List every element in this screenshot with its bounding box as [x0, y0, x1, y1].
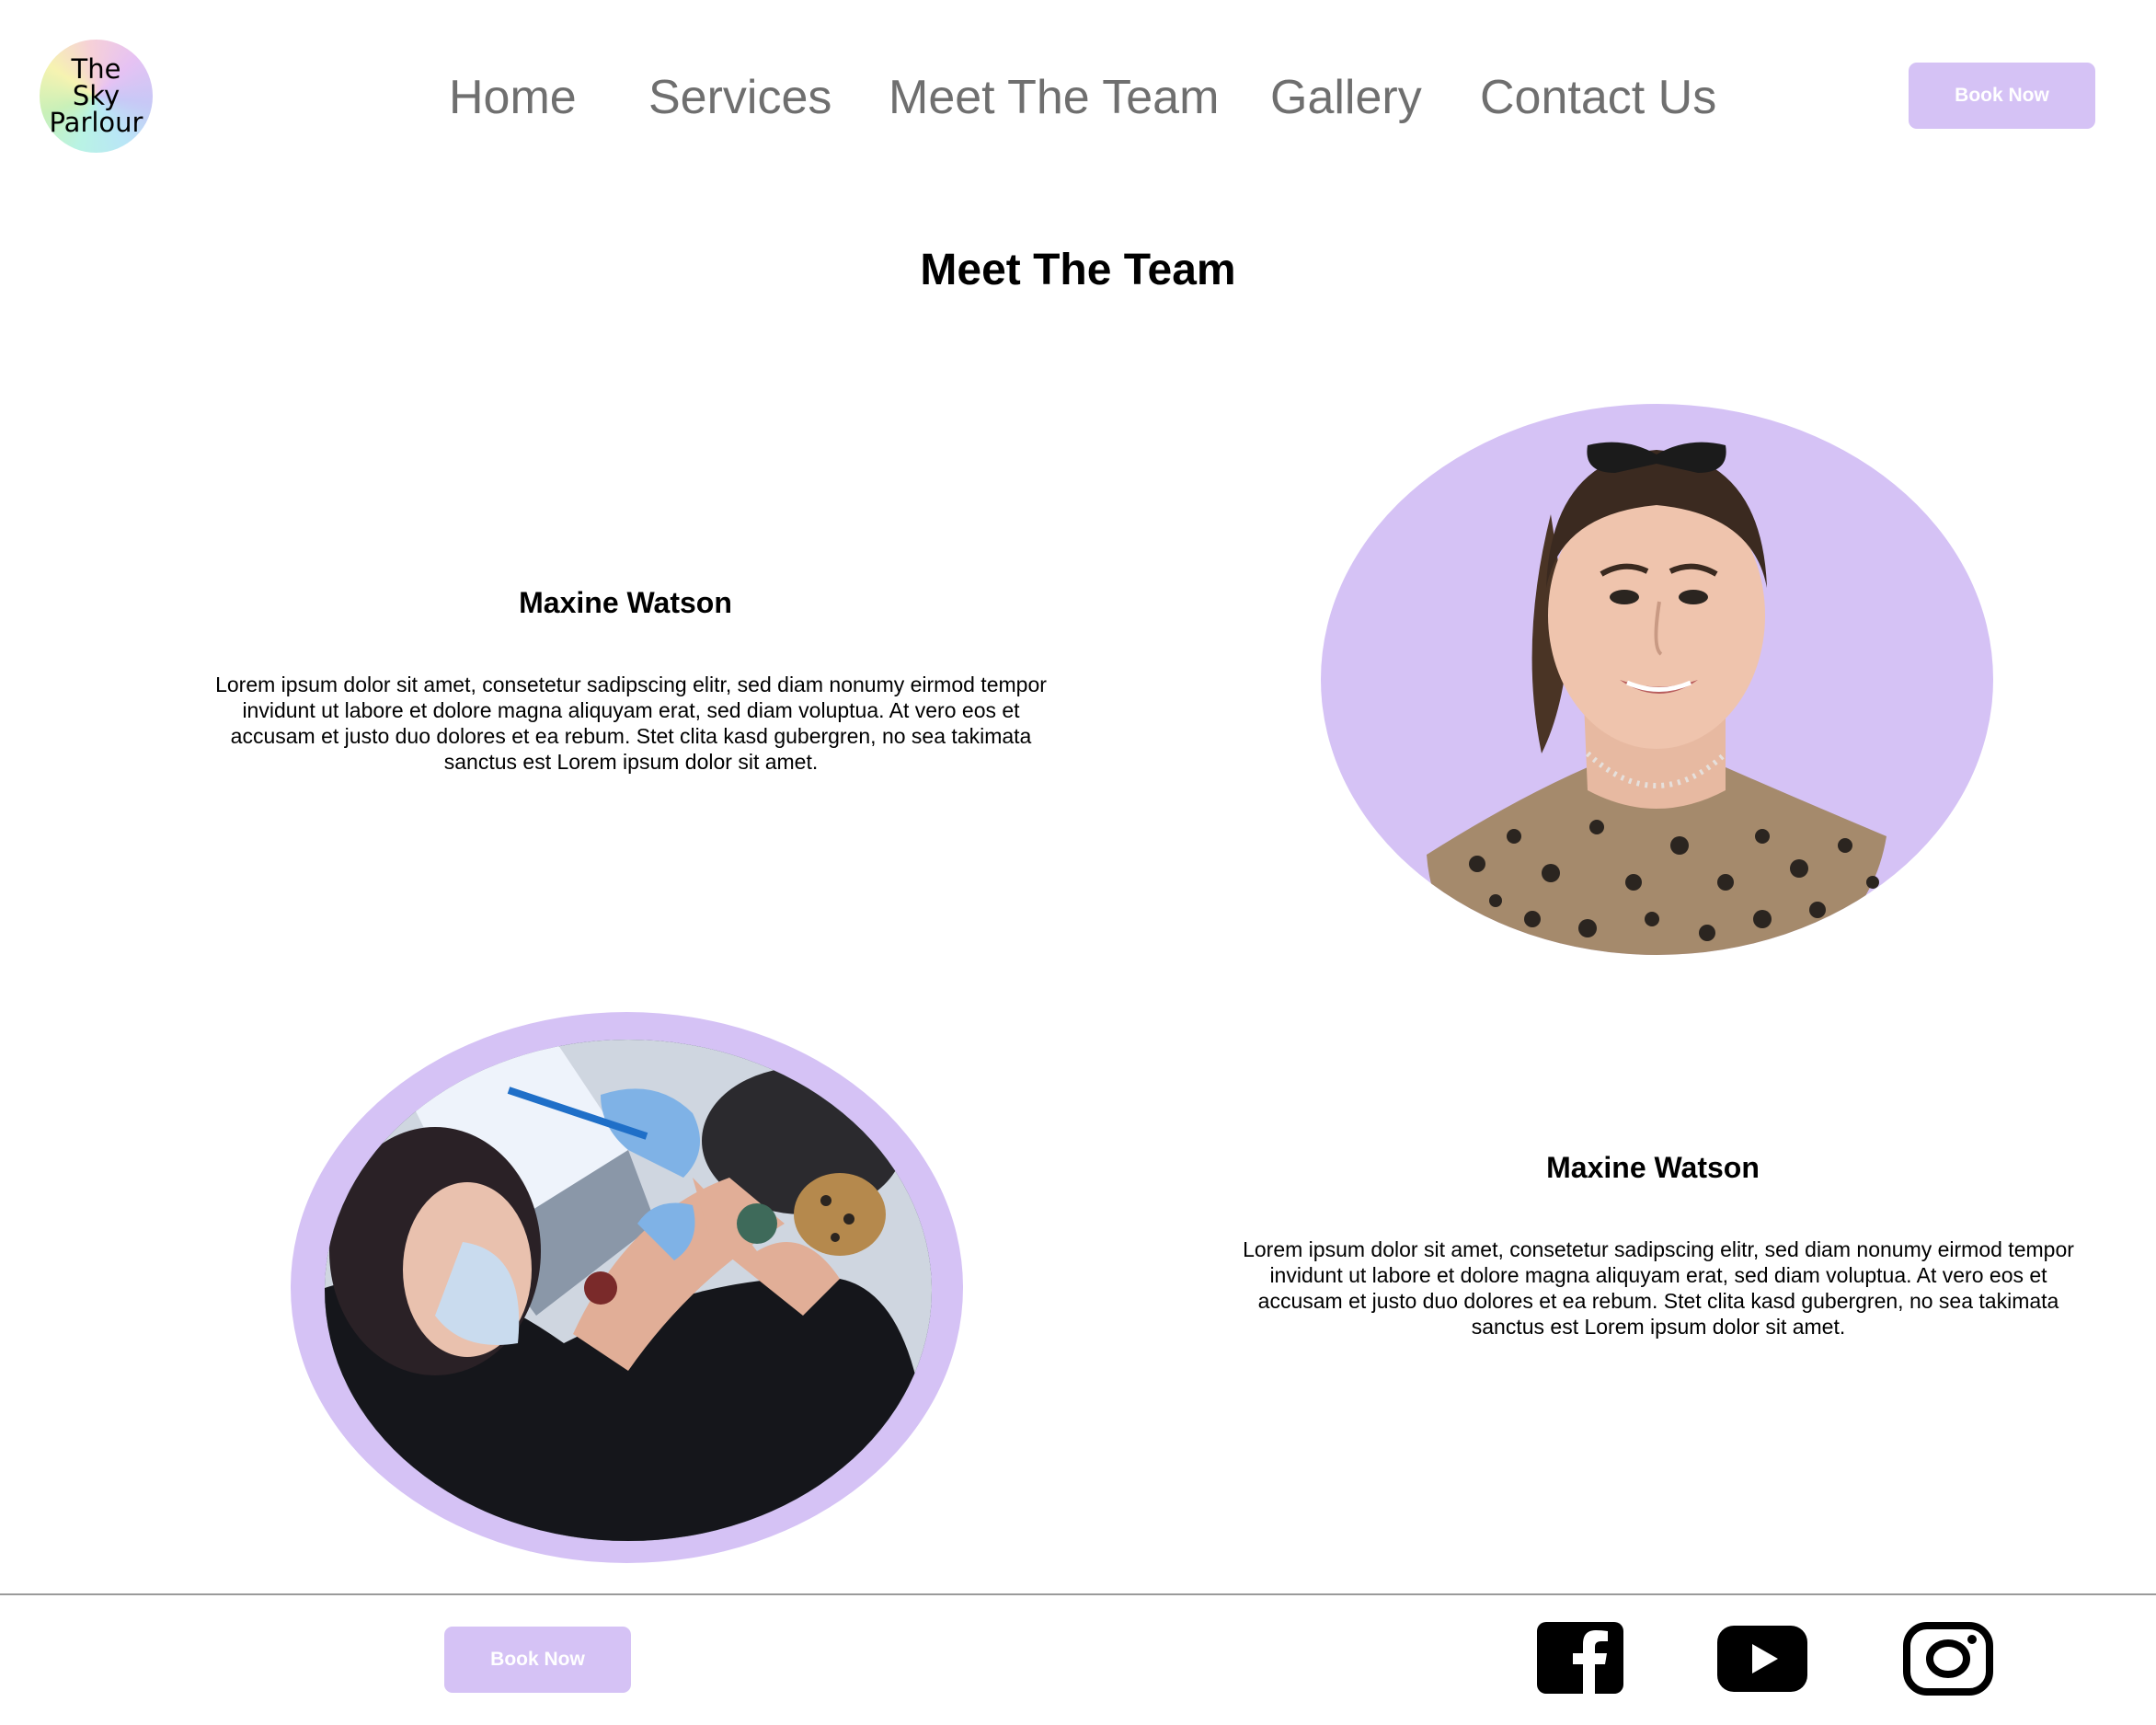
- nav-gallery[interactable]: Gallery: [1270, 66, 1422, 129]
- logo-text: The Sky Parlour: [49, 53, 143, 138]
- logo[interactable]: The Sky Parlour: [40, 40, 153, 153]
- footer-divider: [0, 1593, 2156, 1595]
- member-photo-working: [325, 1040, 932, 1541]
- facebook-icon[interactable]: [1537, 1622, 1623, 1694]
- member-photo-portrait: [1321, 404, 1993, 955]
- header-book-now-button[interactable]: Book Now: [1909, 63, 2095, 129]
- nav-contact-us[interactable]: Contact Us: [1480, 66, 1716, 129]
- member-name: Maxine Watson: [519, 586, 732, 619]
- member-name: Maxine Watson: [1546, 1151, 1760, 1184]
- instagram-icon[interactable]: [1903, 1622, 1993, 1696]
- member-bio: Lorem ipsum dolor sit amet, consetetur s…: [1243, 1237, 2074, 1339]
- youtube-icon[interactable]: [1717, 1626, 1807, 1692]
- page-title: Meet The Team: [920, 246, 1236, 294]
- nav-home[interactable]: Home: [449, 66, 577, 129]
- member-bio: Lorem ipsum dolor sit amet, consetetur s…: [215, 673, 1047, 774]
- nav-meet-the-team[interactable]: Meet The Team: [889, 66, 1219, 129]
- nav-services[interactable]: Services: [648, 66, 831, 129]
- footer-book-now-button[interactable]: Book Now: [444, 1627, 631, 1693]
